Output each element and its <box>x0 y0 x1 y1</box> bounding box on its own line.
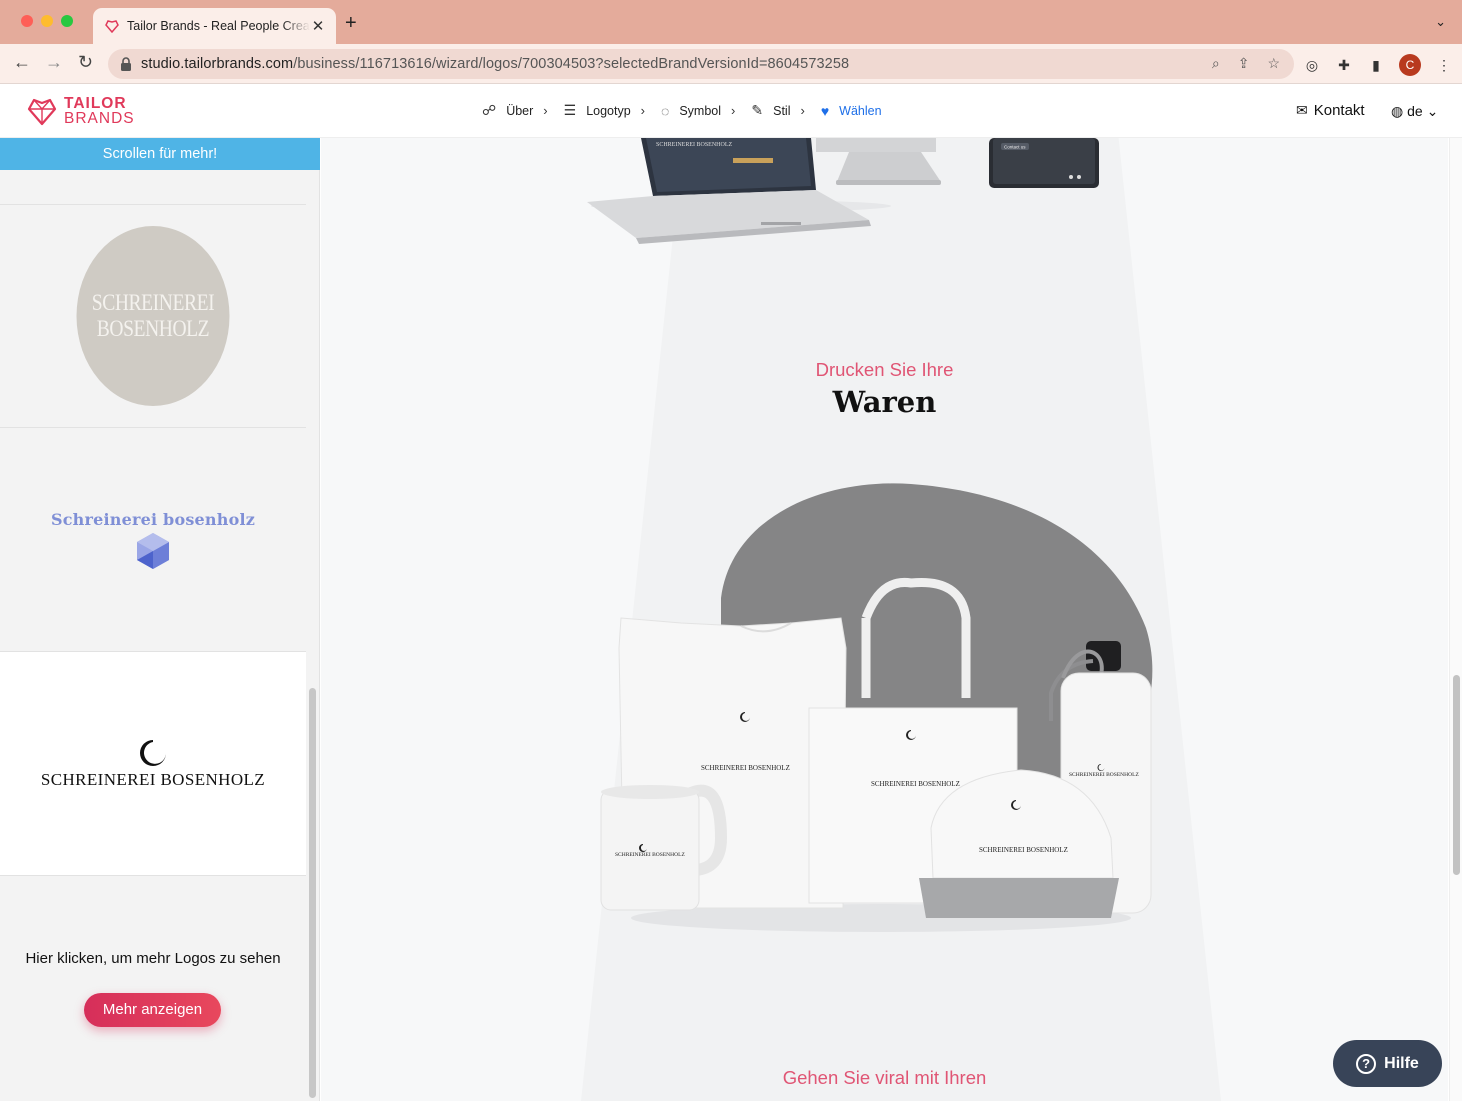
step-logotyp[interactable]: ☰ Logotyp › <box>564 102 645 119</box>
tote-logo-text: SCHREINEREI BOSENHOLZ <box>871 780 960 788</box>
layers-icon: ☰ <box>563 102 577 118</box>
contact-link[interactable]: ✉ Kontakt <box>1296 102 1365 119</box>
password-extension-icon[interactable]: ◎ <box>1303 56 1321 74</box>
main-scrollbar[interactable] <box>1449 138 1462 1101</box>
close-tab-icon[interactable]: ✕ <box>310 17 326 35</box>
minimize-window-button[interactable] <box>41 15 53 27</box>
show-more-button[interactable]: Mehr anzeigen <box>84 993 221 1027</box>
app-header: TAILOR BRANDS ☍ Über › ☰ Logotyp › ◌ Sym… <box>0 85 1462 138</box>
chevron-right-icon: › <box>543 103 548 118</box>
side-panel-icon[interactable]: ▮ <box>1367 56 1385 74</box>
help-button[interactable]: ? Hilfe <box>1333 1040 1442 1087</box>
hexagon-cube-icon <box>136 532 169 569</box>
brand-line-1: TAILOR <box>64 95 127 112</box>
person-icon: ☍ <box>482 102 497 118</box>
section-kicker: Drucken Sie Ihre <box>815 359 954 380</box>
extensions-puzzle-icon[interactable]: ✚ <box>1335 56 1353 74</box>
share-icon[interactable]: ⇪ <box>1238 55 1250 72</box>
logo-sidebar: Scrollen für mehr! SCHREINEREI BOSENHOLZ… <box>0 138 320 1101</box>
step-waehlen[interactable]: ♥ Wählen <box>821 103 882 119</box>
cap-logo-text: SCHREINEREI BOSENHOLZ <box>979 846 1068 854</box>
crescent-ring-icon <box>140 739 166 766</box>
chevron-right-icon: › <box>800 103 805 118</box>
more-logos-text: Hier klicken, um mehr Logos zu sehen <box>25 950 281 967</box>
logo-option-selected[interactable]: SCHREINEREI BOSENHOLZ <box>0 652 306 876</box>
profile-avatar[interactable]: C <box>1399 54 1421 76</box>
browser-tab[interactable]: Tailor Brands - Real People Create ✕ <box>93 8 336 44</box>
chevron-right-icon: › <box>731 103 736 118</box>
maximize-window-button[interactable] <box>61 15 73 27</box>
globe-icon: ◍ <box>1391 103 1404 119</box>
question-icon: ? <box>1356 1053 1377 1074</box>
lock-icon <box>121 57 131 71</box>
browser-tab-bar: Tailor Brands - Real People Create ✕ + ⌄ <box>0 0 1462 44</box>
tailor-brands-favicon-icon <box>105 20 119 33</box>
laptop-brand-text: SCHREINEREI BOSENHOLZ <box>656 142 733 148</box>
step-symbol[interactable]: ◌ Symbol › <box>661 103 735 119</box>
logo-name: SCHREINEREI BOSENHOLZ <box>40 769 266 789</box>
bottle-logo-text: SCHREINEREI BOSENHOLZ <box>1069 772 1139 778</box>
main-preview: SCHREINEREI BOSENHOLZ Contact us Drucken… <box>321 138 1448 1101</box>
merchandise-mockup: SCHREINEREI BOSENHOLZ SCHREINEREI BOSENH… <box>600 483 1153 932</box>
section-kicker-2: Gehen Sie viral mit Ihren <box>782 1067 987 1088</box>
back-arrow-icon[interactable]: ← <box>13 52 31 73</box>
section-title: Waren <box>832 385 937 419</box>
mug-logo-text: SCHREINEREI BOSENHOLZ <box>615 852 685 858</box>
tablet-button-text: Contact us <box>1004 145 1026 150</box>
reload-icon[interactable]: ↻ <box>78 52 93 73</box>
tab-title: Tailor Brands - Real People Create <box>127 19 310 33</box>
zoom-search-icon[interactable]: ⌕ <box>1212 55 1220 72</box>
close-window-button[interactable] <box>21 15 33 27</box>
sidebar-scrollbar[interactable] <box>309 688 316 1098</box>
scroll-banner: Scrollen für mehr! <box>0 138 320 170</box>
url-text: studio.tailorbrands.com/business/1167136… <box>141 56 850 72</box>
circle-logo: SCHREINEREI BOSENHOLZ <box>76 226 230 406</box>
heart-icon: ♥ <box>820 102 830 119</box>
tailor-brands-logo[interactable]: TAILOR BRANDS <box>26 95 135 127</box>
logo-name: Schreinerei bosenholz <box>50 509 256 529</box>
chevron-right-icon: › <box>640 103 646 118</box>
logo-option-hexagon[interactable]: Schreinerei bosenholz <box>0 428 306 652</box>
wizard-steps: ☍ Über › ☰ Logotyp › ◌ Symbol › ✎ Stil ›… <box>482 102 898 119</box>
devices-mockup: SCHREINEREI BOSENHOLZ Contact us <box>587 138 1099 244</box>
brush-icon: ✎ <box>751 102 764 118</box>
browser-toolbar: ← → ↻ studio.tailorbrands.com/business/1… <box>0 44 1462 84</box>
circle-icon: ◌ <box>661 102 670 119</box>
new-tab-button[interactable]: + <box>345 12 357 35</box>
address-bar[interactable]: studio.tailorbrands.com/business/1167136… <box>108 49 1294 79</box>
step-ueber[interactable]: ☍ Über › <box>482 102 548 119</box>
main-scrollbar-thumb[interactable] <box>1453 675 1460 875</box>
browser-menu-icon[interactable]: ⋮ <box>1435 56 1453 74</box>
tshirt-logo-text: SCHREINEREI BOSENHOLZ <box>701 764 790 772</box>
tailor-brands-heart-icon <box>27 98 57 126</box>
envelope-icon: ✉ <box>1296 102 1308 118</box>
chevron-down-icon: ⌄ <box>1426 103 1439 119</box>
logo-option-circle[interactable]: SCHREINEREI BOSENHOLZ <box>0 204 306 428</box>
step-stil[interactable]: ✎ Stil › <box>751 102 804 119</box>
tab-search-chevron-icon[interactable]: ⌄ <box>1435 14 1446 30</box>
language-selector[interactable]: ◍ de ⌄ <box>1391 103 1438 120</box>
forward-arrow-icon[interactable]: → <box>45 52 63 73</box>
brand-line-2: BRANDS <box>64 110 135 127</box>
bookmark-star-icon[interactable]: ☆ <box>1267 55 1280 72</box>
